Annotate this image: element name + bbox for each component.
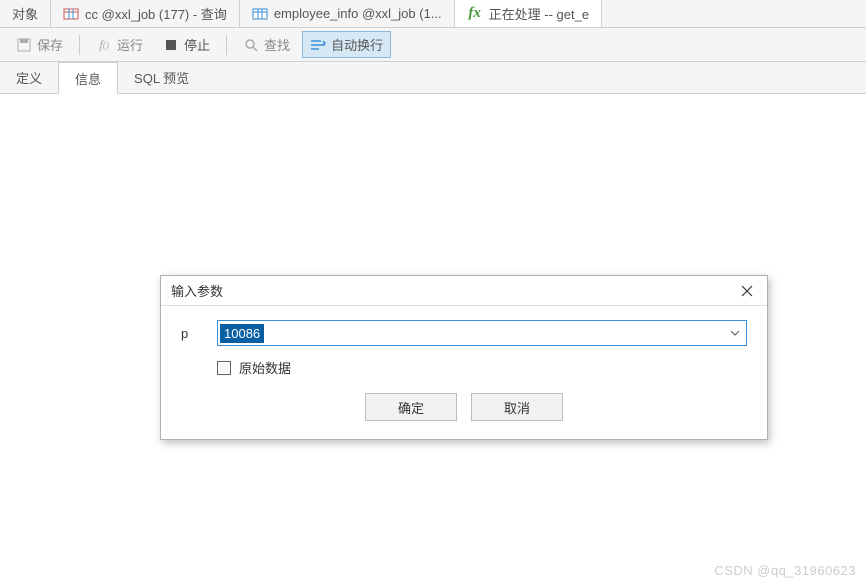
toolbar-separator — [79, 35, 80, 55]
tab-label: 对象 — [12, 4, 38, 23]
tab-processing[interactable]: fx 正在处理 -- get_e — [455, 0, 602, 27]
run-button[interactable]: f() 运行 — [88, 31, 151, 58]
tab-label: employee_info @xxl_job (1... — [274, 6, 442, 21]
tab-label: cc @xxl_job (177) - 查询 — [85, 4, 227, 23]
wrap-button[interactable]: 自动换行 — [302, 31, 391, 58]
close-icon — [741, 285, 753, 297]
input-params-dialog: 输入参数 p 10086 原始数据 确定 取消 — [160, 275, 768, 440]
toolbar: 保存 f() 运行 停止 查找 自动换行 — [0, 28, 866, 62]
toolbar-separator — [226, 35, 227, 55]
tab-query-cc[interactable]: cc @xxl_job (177) - 查询 — [51, 0, 240, 27]
dialog-body: p 10086 原始数据 确定 取消 — [161, 306, 767, 439]
tab-sql-preview[interactable]: SQL 预览 — [118, 62, 205, 93]
param-input-wrap[interactable]: 10086 — [218, 322, 724, 345]
param-value[interactable]: 10086 — [220, 324, 264, 343]
table-icon — [63, 6, 79, 22]
run-label: 运行 — [117, 35, 143, 54]
raw-data-checkbox[interactable] — [217, 361, 231, 375]
dialog-buttons: 确定 取消 — [181, 393, 747, 421]
dialog-titlebar: 输入参数 — [161, 276, 767, 306]
wrap-icon — [310, 37, 326, 53]
sub-tabs: 定义 信息 SQL 预览 — [0, 62, 866, 94]
tab-query-employee[interactable]: employee_info @xxl_job (1... — [240, 0, 455, 27]
save-icon — [16, 37, 32, 53]
tab-label: 正在处理 -- get_e — [489, 4, 589, 23]
stop-icon — [163, 37, 179, 53]
param-label: p — [181, 326, 201, 341]
save-button[interactable]: 保存 — [8, 31, 71, 58]
raw-data-label: 原始数据 — [239, 358, 291, 377]
find-button[interactable]: 查找 — [235, 31, 298, 58]
watermark: CSDN @qq_31960623 — [714, 563, 856, 578]
function-icon: fx — [467, 6, 483, 22]
wrap-label: 自动换行 — [331, 35, 383, 54]
stop-label: 停止 — [184, 35, 210, 54]
param-combobox[interactable]: 10086 — [217, 320, 747, 346]
raw-data-row: 原始数据 — [217, 358, 747, 377]
ok-button[interactable]: 确定 — [365, 393, 457, 421]
param-row: p 10086 — [181, 320, 747, 346]
top-tabs-bar: 对象 cc @xxl_job (177) - 查询 employee_info … — [0, 0, 866, 28]
tab-objects[interactable]: 对象 — [0, 0, 51, 27]
find-label: 查找 — [264, 35, 290, 54]
close-button[interactable] — [737, 281, 757, 301]
table-icon — [252, 6, 268, 22]
stop-button[interactable]: 停止 — [155, 31, 218, 58]
function-run-icon: f() — [96, 37, 112, 53]
dialog-title: 输入参数 — [171, 281, 223, 300]
tab-info[interactable]: 信息 — [58, 62, 118, 94]
cancel-button[interactable]: 取消 — [471, 393, 563, 421]
tab-define[interactable]: 定义 — [0, 62, 58, 93]
search-icon — [243, 37, 259, 53]
save-label: 保存 — [37, 35, 63, 54]
chevron-down-icon[interactable] — [724, 330, 746, 336]
